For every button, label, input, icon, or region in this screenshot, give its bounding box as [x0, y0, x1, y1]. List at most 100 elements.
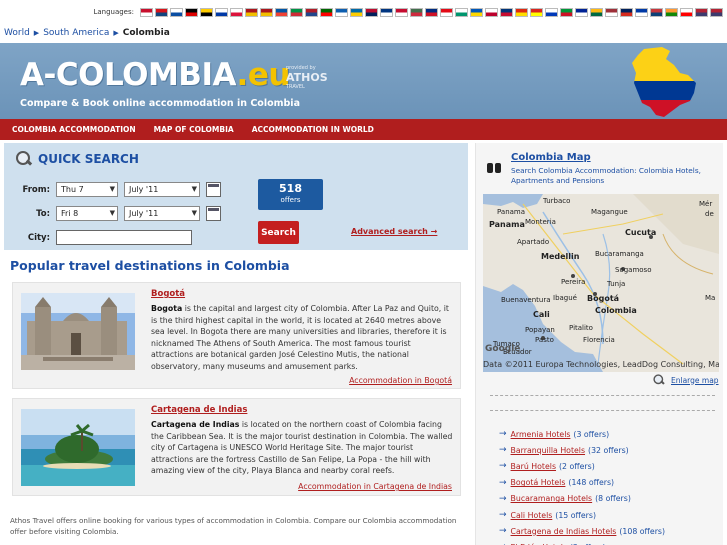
hotel-link[interactable]: Bogotá Hotels — [511, 478, 566, 487]
to-row: To: Fri 8 July '11 — [14, 206, 221, 221]
language-flag-icon[interactable] — [650, 7, 663, 17]
cartagena-lead: Cartagena de Indias — [151, 420, 240, 429]
breadcrumb-south-america[interactable]: South America — [43, 28, 109, 38]
colombia-map-title[interactable]: Colombia Map — [511, 152, 591, 163]
city-input[interactable] — [56, 230, 192, 245]
from-calendar-icon[interactable] — [206, 182, 221, 197]
hotel-list-item[interactable]: → Barranquilla Hotels (32 offers) — [499, 442, 665, 458]
nav-accommodation-in-world[interactable]: ACCOMMODATION IN WORLD — [252, 125, 374, 134]
from-month-select[interactable]: July '11 — [124, 182, 200, 197]
language-flag-icon[interactable] — [170, 7, 183, 17]
language-flag-icon[interactable] — [260, 7, 273, 17]
hotel-list-item[interactable]: → Cartagena de Indias Hotels (108 offers) — [499, 523, 665, 539]
arrow-right-icon: → — [499, 510, 507, 521]
nav-map-of-colombia[interactable]: MAP OF COLOMBIA — [154, 125, 234, 134]
language-flag-icon[interactable] — [440, 7, 453, 17]
language-flag-icon[interactable] — [275, 7, 288, 17]
divider — [490, 395, 715, 396]
colombia-google-map[interactable]: Turbaco Panama Panama Magangue Monteria … — [483, 194, 719, 372]
map-copyright: Data ©2011 Europa Technologies, LeadDog … — [483, 360, 719, 369]
hotel-list-item[interactable]: → Barú Hotels (2 offers) — [499, 458, 665, 474]
to-day-select[interactable]: Fri 8 — [56, 206, 118, 221]
accommodation-bogota-link[interactable]: Accommodation in Bogotá — [349, 376, 452, 385]
hotel-list-item[interactable]: →El Edén Hotels(2 offers) — [499, 539, 665, 545]
bogota-title-link[interactable]: Bogotá — [151, 289, 185, 299]
language-flag-icon[interactable] — [230, 7, 243, 17]
language-flag-icon[interactable] — [485, 7, 498, 17]
from-day-select[interactable]: Thu 7 — [56, 182, 118, 197]
language-flag-icon[interactable] — [395, 7, 408, 17]
hotel-list-item[interactable]: → Bucaramanga Hotels (8 offers) — [499, 491, 665, 507]
to-calendar-icon[interactable] — [206, 206, 221, 221]
language-flag-icon[interactable] — [290, 7, 303, 17]
language-flag-icon[interactable] — [425, 7, 438, 17]
advanced-search-link[interactable]: Advanced search → — [351, 227, 437, 236]
hotel-link[interactable]: Bucaramanga Hotels — [511, 494, 593, 503]
language-flag-icon[interactable] — [140, 7, 153, 17]
destination-card-cartagena: Cartagena de Indias Cartagena de Indias … — [12, 398, 461, 496]
cartagena-photo[interactable] — [21, 409, 135, 486]
language-flag-icon[interactable] — [350, 7, 363, 17]
language-flag-icon[interactable] — [380, 7, 393, 17]
language-flag-icon[interactable] — [245, 7, 258, 17]
language-flag-icon[interactable] — [695, 7, 708, 17]
footer-text: Athos Travel offers online booking for v… — [10, 516, 457, 536]
language-flag-icon[interactable] — [185, 7, 198, 17]
hotel-link[interactable]: Cartagena de Indias Hotels — [511, 527, 617, 536]
hotel-link[interactable]: Armenia Hotels — [511, 430, 571, 439]
language-flag-icon[interactable] — [155, 7, 168, 17]
enlarge-map-link[interactable]: Enlarge map — [651, 372, 719, 388]
language-flag-icon[interactable] — [455, 7, 468, 17]
site-logo[interactable]: A-COLOMBIA.eu — [20, 57, 290, 93]
language-flag-icon[interactable] — [665, 7, 678, 17]
language-flag-icon[interactable] — [605, 7, 618, 17]
language-flags — [140, 7, 723, 17]
language-flag-icon[interactable] — [620, 7, 633, 17]
cartagena-title-link[interactable]: Cartagena de Indias — [151, 405, 247, 415]
language-flag-icon[interactable] — [320, 7, 333, 17]
hotel-offers-count: (2 offers) — [559, 461, 595, 471]
hotel-link[interactable]: Barranquilla Hotels — [511, 446, 585, 455]
binoculars-icon — [486, 160, 502, 174]
nav-colombia-accommodation[interactable]: COLOMBIA ACCOMMODATION — [12, 125, 136, 134]
language-flag-icon[interactable] — [365, 7, 378, 17]
map-label-turbaco: Turbaco — [543, 197, 571, 205]
language-flag-icon[interactable] — [590, 7, 603, 17]
hotel-list-item[interactable]: → Armenia Hotels (3 offers) — [499, 426, 665, 442]
language-flag-icon[interactable] — [680, 7, 693, 17]
hotel-list-item[interactable]: → Bogotá Hotels (148 offers) — [499, 475, 665, 491]
main-nav: COLOMBIA ACCOMMODATION MAP OF COLOMBIA A… — [0, 119, 727, 140]
bogota-photo[interactable] — [21, 293, 135, 370]
language-flag-icon[interactable] — [575, 7, 588, 17]
search-button[interactable]: Search — [258, 221, 299, 244]
hotel-link[interactable]: Cali Hotels — [511, 511, 553, 520]
language-flag-icon[interactable] — [200, 7, 213, 17]
athos-name: ATHOS — [286, 71, 328, 84]
language-flag-icon[interactable] — [515, 7, 528, 17]
language-flag-icon[interactable] — [215, 7, 228, 17]
map-label-pereira: Pereira — [561, 278, 586, 286]
language-flag-icon[interactable] — [635, 7, 648, 17]
athos-logo[interactable]: provided by ATHOS TRAVEL — [286, 65, 328, 90]
language-flag-icon[interactable] — [710, 7, 723, 17]
from-row: From: Thu 7 July '11 — [14, 182, 221, 197]
hotel-list-item[interactable]: → Cali Hotels (15 offers) — [499, 507, 665, 523]
arrow-right-icon: → — [499, 445, 507, 456]
language-flag-icon[interactable] — [470, 7, 483, 17]
breadcrumb-world[interactable]: World — [4, 28, 30, 38]
bogota-description: Bogota is the capital and largest city o… — [151, 303, 455, 372]
chevron-right-icon: ▶ — [113, 29, 119, 37]
language-flag-icon[interactable] — [335, 7, 348, 17]
language-flag-icon[interactable] — [545, 7, 558, 17]
hotel-link[interactable]: Barú Hotels — [511, 462, 556, 471]
accommodation-cartagena-link[interactable]: Accommodation in Cartagena de Indias — [298, 482, 452, 491]
language-flag-icon[interactable] — [410, 7, 423, 17]
language-flag-icon[interactable] — [305, 7, 318, 17]
language-flag-icon[interactable] — [560, 7, 573, 17]
map-label-cali: Cali — [533, 310, 550, 319]
language-flag-icon[interactable] — [530, 7, 543, 17]
map-label-cucuta: Cucuta — [625, 228, 657, 237]
map-label-monteria: Monteria — [525, 218, 556, 226]
to-month-select[interactable]: July '11 — [124, 206, 200, 221]
language-flag-icon[interactable] — [500, 7, 513, 17]
